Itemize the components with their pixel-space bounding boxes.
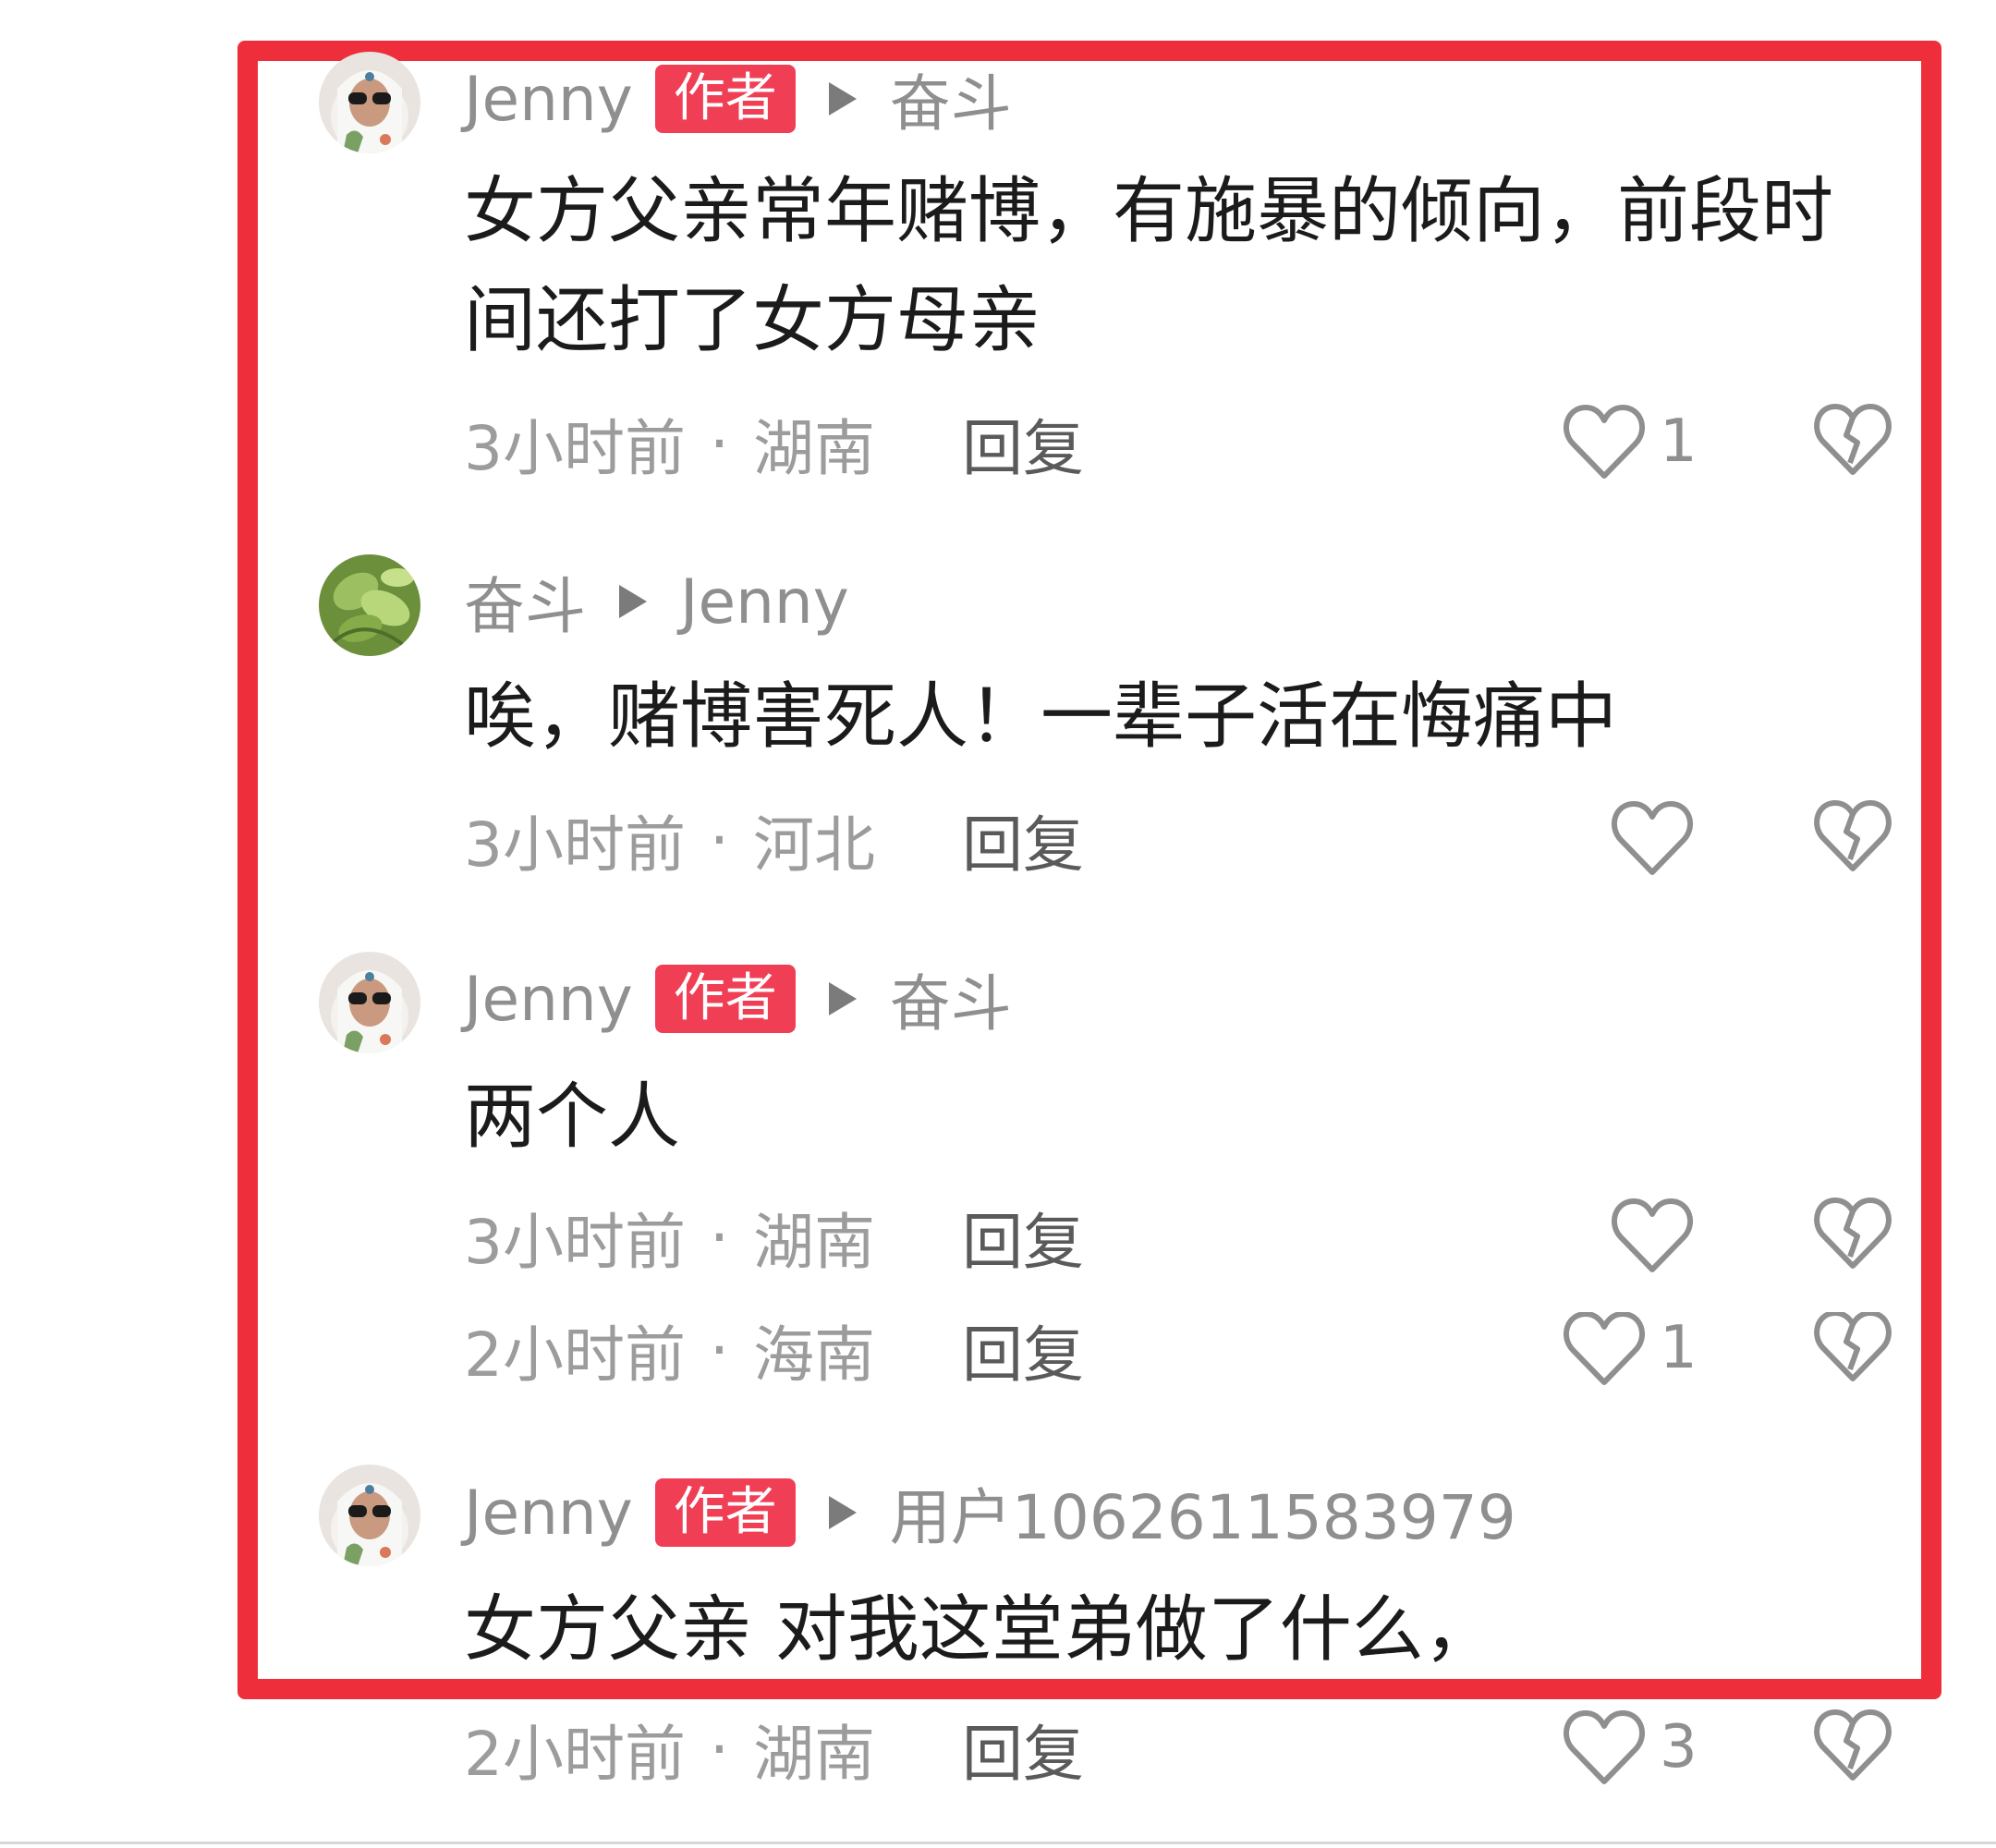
avatar[interactable] xyxy=(319,952,420,1053)
reply-button[interactable]: 回复 xyxy=(962,1705,1084,1793)
comment-header: 奋斗 Jenny xyxy=(464,560,849,643)
separator-dot: · xyxy=(710,1713,729,1785)
comment-header: Jenny 作者 用户1062611583979 xyxy=(464,1471,1516,1554)
separator-dot: · xyxy=(710,1201,729,1273)
broken-heart-icon xyxy=(1813,798,1893,878)
comment-header: Jenny 作者 奋斗 xyxy=(464,957,1012,1040)
author-name[interactable]: 奋斗 xyxy=(464,557,586,646)
play-arrow-icon xyxy=(828,82,857,116)
comment-time: 2小时前 xyxy=(464,1319,686,1388)
comment-meta: 2小时前 · 海南 回复 xyxy=(464,1312,1084,1389)
broken-heart-icon xyxy=(1813,1312,1893,1388)
author-name[interactable]: Jenny xyxy=(464,964,633,1035)
comment-time: 3小时前 xyxy=(464,809,686,881)
author-badge: 作者 xyxy=(654,965,796,1033)
comment-location: 湖南 xyxy=(752,1207,875,1278)
heart-outline-icon xyxy=(1562,1708,1647,1787)
dislike-button[interactable] xyxy=(1813,1706,1893,1789)
comment-time: 3小时前 xyxy=(464,1207,686,1278)
comment-location: 海南 xyxy=(752,1319,875,1388)
comment-text: 女方父亲常年赌博，有施暴的倾向，前段时 间还打了女方母亲 xyxy=(464,157,1924,375)
author-badge: 作者 xyxy=(654,65,796,133)
comment-text-line: 女方父亲常年赌博，有施暴的倾向，前段时 xyxy=(464,170,1834,253)
broken-heart-icon xyxy=(1813,402,1893,481)
reply-button[interactable]: 回复 xyxy=(962,796,1084,884)
comment-text: 女方父亲 对我这堂弟做了什么， xyxy=(464,1575,1924,1684)
like-button[interactable]: 3 xyxy=(1562,1706,1698,1789)
comment-text: 唉，赌博害死人！一辈子活在悔痛中 xyxy=(464,663,1924,772)
play-arrow-icon xyxy=(828,982,857,1015)
reply-to-name[interactable]: 奋斗 xyxy=(890,954,1012,1043)
reply-button[interactable]: 回复 xyxy=(962,1312,1084,1388)
play-arrow-icon xyxy=(828,1496,857,1529)
comment-meta: 3小时前 · 河北 回复 xyxy=(464,798,1084,881)
like-button[interactable]: 1 xyxy=(1562,1312,1698,1388)
like-count: 1 xyxy=(1660,1314,1698,1382)
comment-text-line: 女方父亲 对我这堂弟做了什么， xyxy=(464,1588,1496,1672)
play-arrow-icon xyxy=(619,585,647,618)
author-name[interactable]: Jenny xyxy=(464,64,633,135)
comment-text-line: 间还打了女方母亲 xyxy=(464,279,1041,362)
comment-header: Jenny 作者 奋斗 xyxy=(464,57,1012,140)
avatar[interactable] xyxy=(319,554,420,656)
dislike-button[interactable] xyxy=(1813,1312,1893,1388)
author-name[interactable]: Jenny xyxy=(464,1477,633,1549)
separator-dot: · xyxy=(710,1314,729,1386)
bottom-divider xyxy=(0,1842,1996,1844)
heart-outline-icon xyxy=(1562,1312,1647,1388)
comment-text-line: 唉，赌博害死人！一辈子活在悔痛中 xyxy=(464,675,1618,759)
reply-to-name[interactable]: 用户1062611583979 xyxy=(890,1468,1516,1557)
comment-text-line: 两个人 xyxy=(464,1076,681,1159)
comment-meta: 3小时前 · 湖南 回复 xyxy=(464,1196,1084,1279)
comment-text: 两个人 xyxy=(464,1063,1924,1172)
reply-to-name[interactable]: Jenny xyxy=(680,566,849,638)
heart-outline-icon xyxy=(1610,798,1695,878)
reply-to-name[interactable]: 奋斗 xyxy=(890,55,1012,143)
comment-meta: 2小时前 · 湖南 回复 xyxy=(464,1708,1084,1791)
heart-outline-icon xyxy=(1562,402,1647,481)
reply-button[interactable]: 回复 xyxy=(962,399,1084,488)
comment-time: 3小时前 xyxy=(464,413,686,484)
separator-dot: · xyxy=(710,804,729,876)
separator-dot: · xyxy=(710,407,729,480)
dislike-button[interactable] xyxy=(1813,1194,1893,1277)
comment-time: 2小时前 xyxy=(464,1719,686,1790)
like-count: 3 xyxy=(1660,1713,1698,1781)
avatar[interactable] xyxy=(319,1465,420,1566)
broken-heart-icon xyxy=(1813,1196,1893,1275)
heart-outline-icon xyxy=(1610,1196,1695,1275)
like-button[interactable] xyxy=(1610,796,1695,880)
broken-heart-icon xyxy=(1813,1708,1893,1787)
author-badge: 作者 xyxy=(654,1478,796,1547)
dislike-button[interactable] xyxy=(1813,796,1893,880)
reply-button[interactable]: 回复 xyxy=(962,1193,1084,1282)
like-button[interactable]: 1 xyxy=(1562,400,1698,483)
like-count: 1 xyxy=(1660,407,1698,476)
comment-item: 2小时前 · 海南 回复 1 xyxy=(0,1312,1996,1388)
like-button[interactable] xyxy=(1610,1194,1695,1277)
comment-location: 河北 xyxy=(752,809,875,881)
comment-meta: 3小时前 · 湖南 回复 xyxy=(464,402,1084,485)
comment-location: 湖南 xyxy=(752,413,875,484)
avatar[interactable] xyxy=(319,52,420,153)
dislike-button[interactable] xyxy=(1813,400,1893,483)
comment-location: 湖南 xyxy=(752,1719,875,1790)
